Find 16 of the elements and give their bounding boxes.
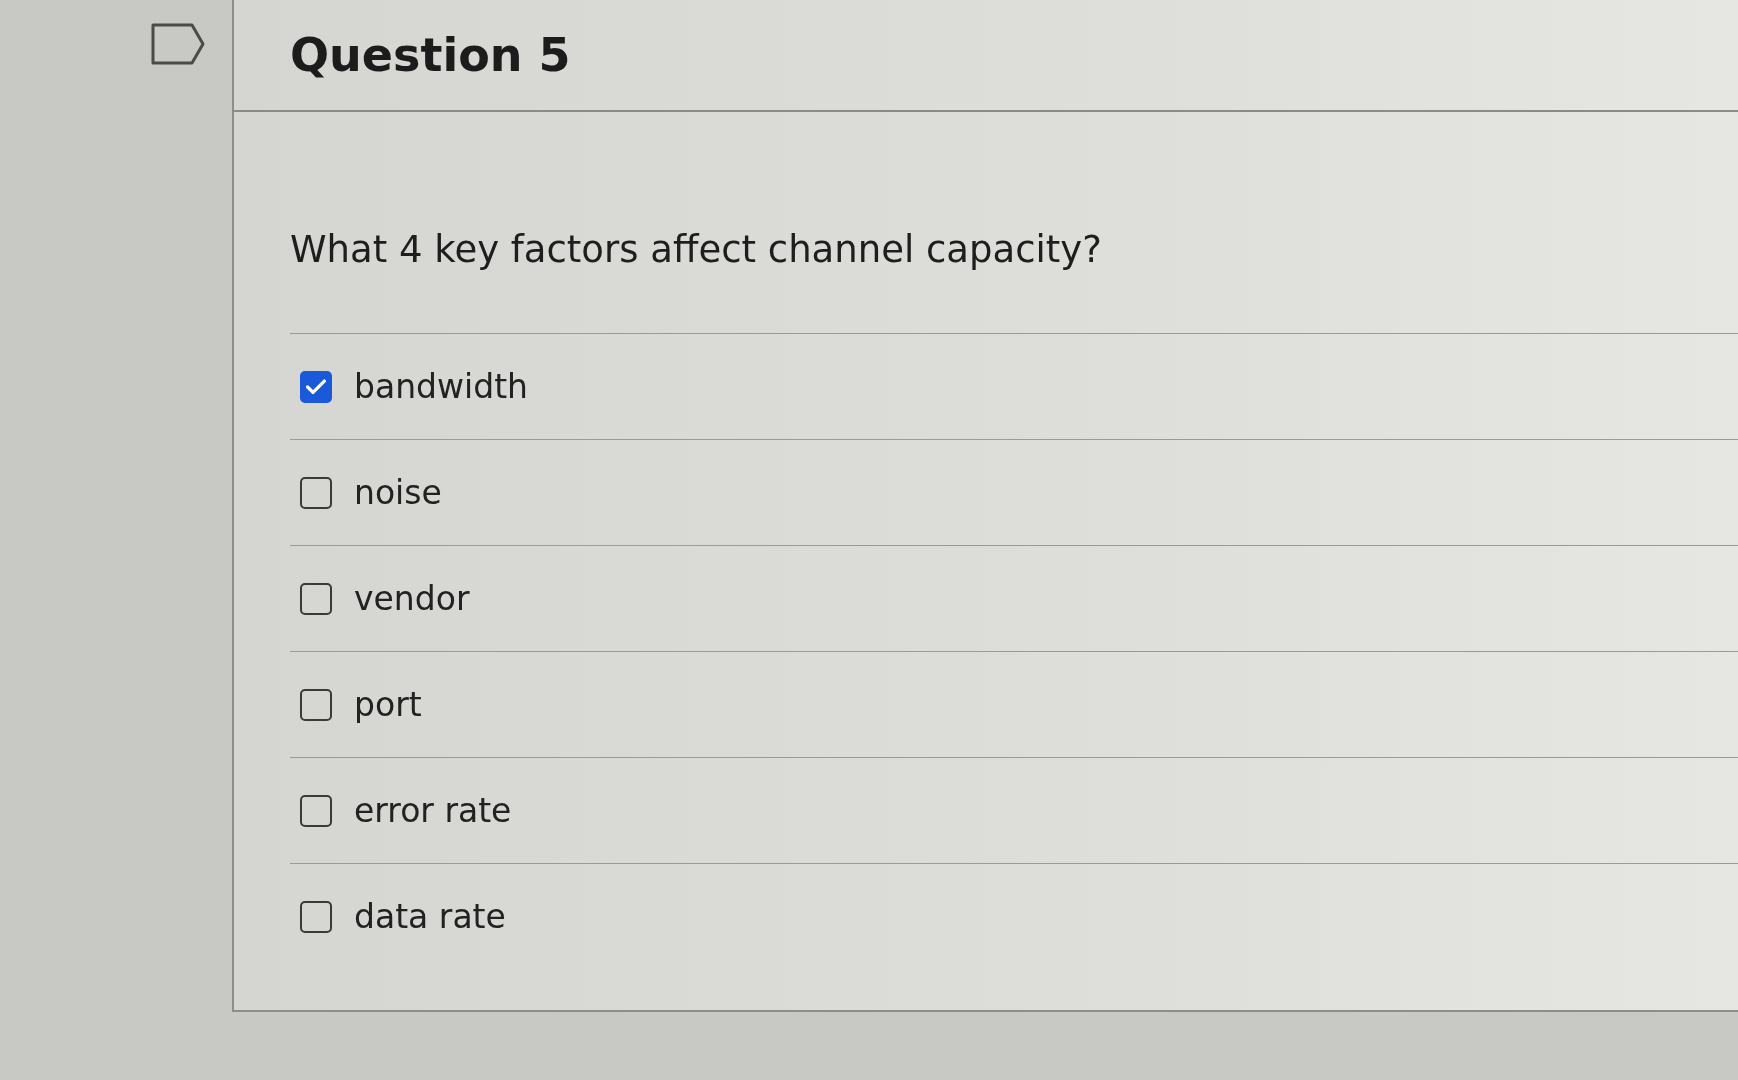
checkbox[interactable]: [300, 476, 332, 509]
answer-label: noise: [354, 473, 442, 512]
checkbox[interactable]: [300, 688, 332, 721]
answer-label: port: [354, 685, 422, 724]
checkbox[interactable]: [300, 370, 332, 403]
checkbox[interactable]: [300, 794, 332, 827]
answer-label: error rate: [354, 791, 512, 830]
check-icon: [306, 378, 326, 395]
checkbox[interactable]: [300, 582, 332, 615]
flag-outline-icon[interactable]: [150, 22, 206, 66]
answer-label: data rate: [354, 897, 506, 936]
answer-label: bandwidth: [354, 367, 528, 406]
question-title: Question 5: [290, 28, 571, 82]
question-text: What 4 key factors affect channel capacity?: [290, 228, 1103, 271]
checkbox[interactable]: [300, 900, 332, 933]
answer-label: vendor: [354, 579, 470, 618]
